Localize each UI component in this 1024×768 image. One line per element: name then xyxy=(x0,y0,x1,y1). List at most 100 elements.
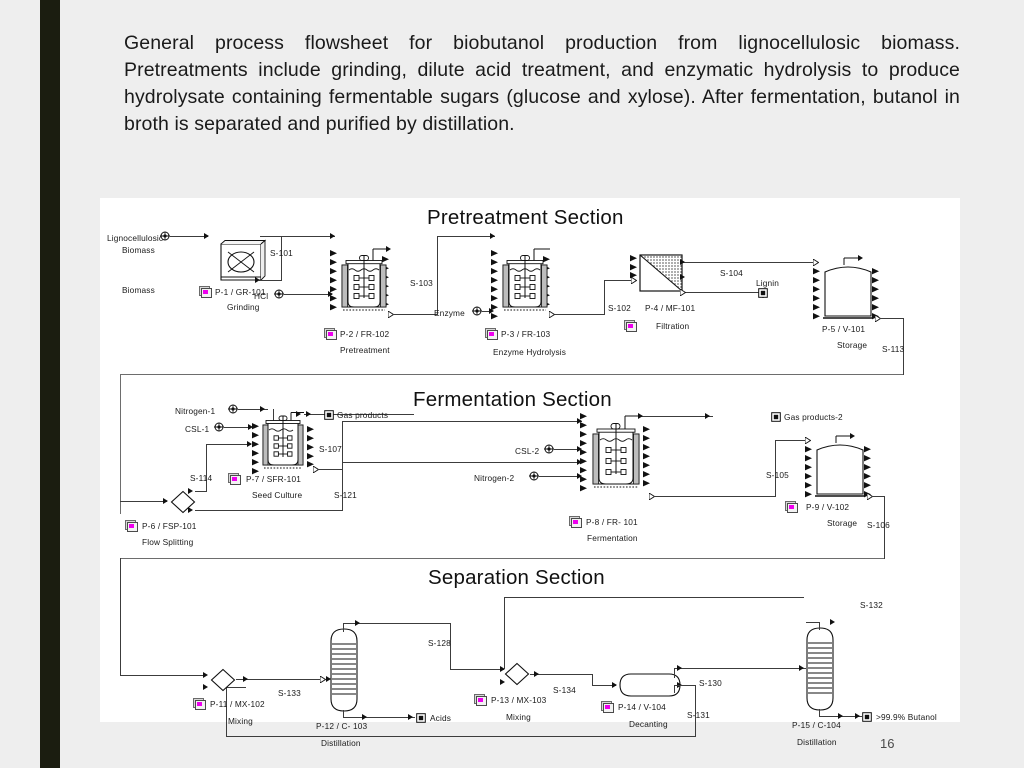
arrow-s121-out xyxy=(188,507,193,513)
filter-icon[interactable] xyxy=(638,253,686,295)
product-gas-products-2-port-icon[interactable] xyxy=(771,412,781,422)
fr101-right-nozzles-icon xyxy=(643,426,652,496)
line-gas-products-2 xyxy=(641,416,713,417)
unit-sfr-101-desc: Seed Culture xyxy=(252,490,303,500)
unit-c-103-desc: Distillation xyxy=(321,738,361,748)
unit-fsp-101-desc: Flow Splitting xyxy=(142,537,194,547)
sfr101-right-nozzles-icon xyxy=(307,426,316,468)
stirred-reactor-icon-seed[interactable] xyxy=(260,411,306,477)
arrow-s114-into-sfr101 xyxy=(247,441,252,447)
process-flowsheet-diagram: Pretreatment Section Fermentation Sectio… xyxy=(100,198,960,748)
arrow-c103-top-out xyxy=(355,620,360,626)
unit-mx-103-tag: P-13 / MX-103 xyxy=(491,695,547,705)
unit-v-102-flag-icon xyxy=(785,501,798,513)
product-lignin-label: Lignin xyxy=(756,278,780,288)
line-c103-top-riser xyxy=(343,623,344,632)
stream-s106-label: S-106 xyxy=(867,520,890,530)
unit-fr-101-desc: Fermentation xyxy=(587,533,638,543)
distillation-column-icon[interactable] xyxy=(328,627,360,717)
feed-enzyme-port-icon[interactable] xyxy=(472,306,482,316)
product-butanol-label: >99.9% Butanol xyxy=(876,712,937,722)
line-s105-bottom xyxy=(654,496,776,497)
arrow-s104-out xyxy=(680,259,685,265)
unit-mx-103-desc: Mixing xyxy=(506,712,531,722)
unit-fr-102-flag-icon xyxy=(324,328,337,340)
unit-v-104-flag-icon xyxy=(601,701,614,713)
stream-s101-label: S-101 xyxy=(270,248,293,258)
stream-s104-label: S-104 xyxy=(720,268,743,278)
arrow-gas-products-b xyxy=(306,411,311,417)
arrow-mx103-inlet-2 xyxy=(500,679,505,685)
stirred-reactor-icon[interactable] xyxy=(339,246,389,318)
unit-c-104-tag: P-15 / C-104 xyxy=(792,720,841,730)
unit-mf-101-tag: P-4 / MF-101 xyxy=(645,303,696,313)
unit-mx-103-flag-icon xyxy=(474,694,487,706)
feed-nitrogen-2-port-icon[interactable] xyxy=(529,471,539,481)
unit-v-102-tag: P-9 / V-102 xyxy=(806,502,850,512)
line-s103-bottom xyxy=(393,314,438,315)
stirred-reactor-icon-fermenter[interactable] xyxy=(590,410,642,498)
line-recycle-bottom xyxy=(226,736,524,737)
arrow-butanol-a xyxy=(838,713,843,719)
mixer-icon[interactable] xyxy=(210,668,236,692)
feed-hcl-port-icon[interactable] xyxy=(274,289,284,299)
section-title-separation: Separation Section xyxy=(428,566,605,589)
feed-nitrogen-1-label: Nitrogen-1 xyxy=(175,406,216,416)
line-s101-top xyxy=(260,236,282,237)
product-lignin-port-icon[interactable] xyxy=(758,288,768,298)
feed-lignocellulosic-biomass-label-1: Lignocellulosic xyxy=(107,233,164,243)
page-number: 16 xyxy=(880,736,895,751)
arrow-s134-out xyxy=(534,671,539,677)
line-s131-stub xyxy=(674,685,675,693)
unit-v-104-desc: Decanting xyxy=(629,719,668,729)
line-s103-riser xyxy=(437,236,438,315)
unit-v-104-tag: P-14 / V-104 xyxy=(618,702,666,712)
feed-csl-2-port-icon[interactable] xyxy=(544,444,554,454)
unit-fsp-101-tag: P-6 / FSP-101 xyxy=(142,521,197,531)
fr102-left-nozzles-icon xyxy=(330,250,339,316)
line-s102-riser xyxy=(604,280,605,315)
v102-inlet-port-icon xyxy=(805,437,811,444)
line-s113-top xyxy=(880,318,903,319)
unit-fr-103-flag-icon xyxy=(485,328,498,340)
feed-csl-1-port-icon[interactable] xyxy=(214,422,224,432)
unit-c-103-tag: P-12 / C- 103 xyxy=(316,721,368,731)
unit-gr-101-flag-icon xyxy=(199,286,212,298)
unit-fsp-101-flag-icon xyxy=(125,520,138,532)
storage-tank-icon-2[interactable] xyxy=(813,435,867,506)
arrow-s133-out xyxy=(243,676,248,682)
line-s107-to-fermenter xyxy=(342,421,582,422)
line-s134 xyxy=(530,674,593,675)
unit-fr-101-flag-icon xyxy=(569,516,582,528)
unit-mx-102-tag: P-11 / MX-102 xyxy=(210,699,265,709)
stirred-reactor-icon-2[interactable] xyxy=(500,246,550,318)
line-lignin xyxy=(682,292,760,293)
arrow-c104-top-out xyxy=(830,619,835,625)
stream-s130-label: S-130 xyxy=(699,678,722,688)
distillation-column-icon-2[interactable] xyxy=(804,626,836,716)
line-s103-top xyxy=(437,236,495,237)
product-gas-products-port-icon[interactable] xyxy=(324,410,334,420)
unit-mf-101-flag-icon xyxy=(624,320,637,332)
product-acids-port-icon[interactable] xyxy=(416,713,426,723)
stream-s133-label: S-133 xyxy=(278,688,301,698)
arrow-into-mx102-bottom xyxy=(203,684,208,690)
decanter-icon[interactable] xyxy=(618,672,682,698)
unit-mx-102-desc: Mixing xyxy=(228,716,253,726)
feed-port-icon[interactable] xyxy=(160,231,170,241)
mixer-icon-2[interactable] xyxy=(504,662,530,686)
feed-enzyme-label: Enzyme xyxy=(434,308,465,318)
feed-nitrogen-1-port-icon[interactable] xyxy=(228,404,238,414)
section-title-pretreatment: Pretreatment Section xyxy=(427,206,624,229)
unit-fr-103-tag: P-3 / FR-103 xyxy=(501,329,551,339)
feed-biomass-label: Biomass xyxy=(122,285,155,295)
feed-csl-2-label: CSL-2 xyxy=(515,446,540,456)
arrow-gas-products-a xyxy=(296,411,301,417)
arrow-acids-b xyxy=(408,714,413,720)
line-s101-riser xyxy=(281,236,282,281)
product-butanol-port-icon[interactable] xyxy=(862,712,872,722)
line-biomass-feed xyxy=(170,236,208,237)
stream-s131-label: S-131 xyxy=(687,710,710,720)
storage-tank-icon[interactable] xyxy=(821,257,875,328)
line-s132-down-to-mx103 xyxy=(504,597,505,669)
